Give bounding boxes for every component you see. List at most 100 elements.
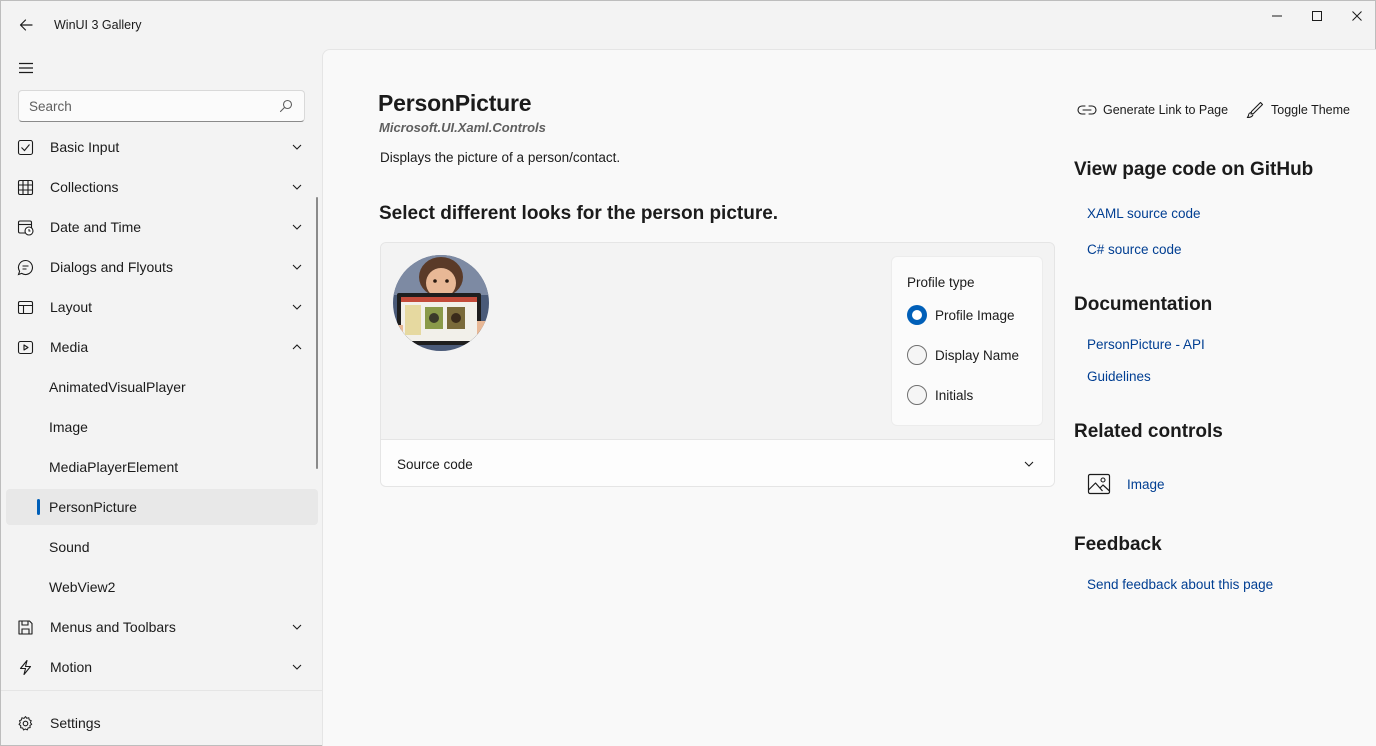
search-icon[interactable] bbox=[279, 99, 293, 113]
nav-scrollbar[interactable] bbox=[316, 197, 318, 469]
chevron-down-icon bbox=[292, 144, 302, 150]
sidebar-item-label: Basic Input bbox=[50, 139, 120, 155]
namespace-label: Microsoft.UI.Xaml.Controls bbox=[379, 120, 546, 135]
page-description: Displays the picture of a person/contact… bbox=[380, 150, 621, 165]
feedback-heading: Feedback bbox=[1074, 534, 1162, 555]
radio-label: Display Name bbox=[935, 347, 1020, 363]
toggle-theme-button[interactable]: Toggle Theme bbox=[1245, 98, 1350, 122]
back-button[interactable] bbox=[11, 11, 41, 39]
sidebar-item-label: Menus and Toolbars bbox=[50, 619, 176, 635]
chevron-down-icon bbox=[292, 184, 302, 190]
calendar-clock-icon bbox=[17, 220, 34, 236]
sidebar-item-label: MediaPlayerElement bbox=[49, 459, 179, 475]
person-picture bbox=[393, 255, 489, 351]
sidebar-item-webview2[interactable]: WebView2 bbox=[6, 569, 318, 605]
image-icon bbox=[1087, 473, 1111, 495]
chevron-down-icon bbox=[292, 664, 302, 670]
menu-toggle-button[interactable] bbox=[11, 54, 41, 82]
xaml-source-link[interactable]: XAML source code bbox=[1087, 206, 1201, 221]
hamburger-icon bbox=[19, 62, 33, 74]
sidebar-item-basic-input[interactable]: Basic Input bbox=[6, 129, 318, 165]
app-title: WinUI 3 Gallery bbox=[54, 18, 142, 32]
sidebar-item-sound[interactable]: Sound bbox=[6, 529, 318, 565]
profile-type-panel: Profile type Profile Image Display Name … bbox=[891, 256, 1043, 426]
selection-indicator bbox=[37, 499, 40, 515]
sidebar-item-label: PersonPicture bbox=[49, 499, 137, 515]
chat-bubble-icon bbox=[17, 259, 34, 276]
sidebar-item-label: Date and Time bbox=[50, 219, 142, 235]
radio-label: Profile Image bbox=[935, 307, 1015, 323]
csharp-source-link[interactable]: C# source code bbox=[1087, 242, 1182, 257]
close-button[interactable] bbox=[1337, 1, 1376, 31]
sidebar-item-menus-and-toolbars[interactable]: Menus and Toolbars bbox=[6, 609, 318, 645]
profile-photo-icon bbox=[393, 255, 489, 351]
brush-icon bbox=[1246, 101, 1264, 119]
radio-initials[interactable]: Initials bbox=[907, 384, 973, 406]
settings-label: Settings bbox=[50, 715, 101, 731]
guidelines-link[interactable]: Guidelines bbox=[1087, 369, 1151, 384]
title-bar: WinUI 3 Gallery bbox=[1, 1, 1375, 49]
profile-type-header: Profile type bbox=[907, 275, 975, 290]
sidebar-item-dialogs-and-flyouts[interactable]: Dialogs and Flyouts bbox=[6, 249, 318, 285]
sidebar-item-label: Image bbox=[49, 419, 88, 435]
maximize-button[interactable] bbox=[1297, 1, 1337, 31]
gear-icon bbox=[18, 716, 33, 731]
sidebar-item-label: Media bbox=[50, 339, 89, 355]
radio-button[interactable] bbox=[907, 385, 927, 405]
chevron-down-icon bbox=[292, 304, 302, 310]
example-card: Profile type Profile Image Display Name … bbox=[380, 242, 1055, 487]
sidebar-item-label: Dialogs and Flyouts bbox=[50, 259, 173, 275]
source-code-expander[interactable]: Source code bbox=[381, 439, 1054, 486]
chevron-down-icon bbox=[292, 264, 302, 270]
toggle-theme-label: Toggle Theme bbox=[1271, 103, 1350, 117]
sidebar-item-motion[interactable]: Motion bbox=[6, 649, 318, 685]
github-heading: View page code on GitHub bbox=[1074, 159, 1314, 180]
checkbox-icon bbox=[17, 139, 34, 156]
grid-icon bbox=[17, 179, 34, 196]
sidebar-item-settings[interactable]: Settings bbox=[6, 705, 318, 741]
sidebar-item-media[interactable]: Media bbox=[6, 329, 318, 365]
sidebar-item-animatedvisualplayer[interactable]: AnimatedVisualPlayer bbox=[6, 369, 318, 405]
app-window: WinUI 3 Gallery Search Basic Input Colle… bbox=[0, 0, 1376, 746]
divider bbox=[1, 690, 322, 691]
search-input[interactable] bbox=[29, 97, 269, 115]
search-box[interactable] bbox=[18, 90, 305, 122]
api-doc-link[interactable]: PersonPicture - API bbox=[1087, 337, 1205, 352]
chevron-down-icon bbox=[1024, 461, 1034, 467]
content-area: PersonPicture Microsoft.UI.Xaml.Controls… bbox=[322, 49, 1376, 746]
close-icon bbox=[1352, 11, 1362, 21]
minimize-button[interactable] bbox=[1257, 1, 1297, 31]
sidebar-item-label: Collections bbox=[50, 179, 119, 195]
radio-label: Initials bbox=[935, 387, 974, 403]
layout-icon bbox=[17, 300, 34, 315]
related-control-image[interactable]: Image bbox=[1073, 468, 1193, 504]
radio-profile-image[interactable]: Profile Image bbox=[907, 304, 1015, 326]
send-feedback-link[interactable]: Send feedback about this page bbox=[1087, 577, 1273, 592]
sidebar-item-mediaplayerelement[interactable]: MediaPlayerElement bbox=[6, 449, 318, 485]
documentation-heading: Documentation bbox=[1074, 294, 1213, 315]
chevron-up-icon bbox=[292, 344, 302, 350]
source-code-label: Source code bbox=[397, 457, 473, 472]
sidebar-item-label: AnimatedVisualPlayer bbox=[49, 379, 186, 395]
lightning-icon bbox=[19, 659, 32, 676]
link-icon bbox=[1077, 105, 1097, 115]
related-controls-heading: Related controls bbox=[1074, 421, 1223, 442]
chevron-down-icon bbox=[292, 624, 302, 630]
media-icon bbox=[17, 340, 34, 355]
nav-list: Basic Input Collections Date and Time Di… bbox=[6, 129, 318, 689]
sidebar-item-label: WebView2 bbox=[49, 579, 116, 595]
sidebar-item-collections[interactable]: Collections bbox=[6, 169, 318, 205]
sidebar-item-image[interactable]: Image bbox=[6, 409, 318, 445]
page-title: PersonPicture bbox=[378, 90, 532, 116]
chevron-down-icon bbox=[292, 224, 302, 230]
radio-display-name[interactable]: Display Name bbox=[907, 344, 1019, 366]
sidebar-item-personpicture[interactable]: PersonPicture bbox=[6, 489, 318, 525]
sidebar-item-date-and-time[interactable]: Date and Time bbox=[6, 209, 318, 245]
sidebar-item-layout[interactable]: Layout bbox=[6, 289, 318, 325]
related-control-label: Image bbox=[1127, 477, 1165, 492]
sidebar-item-label: Sound bbox=[49, 539, 90, 555]
generate-link-button[interactable]: Generate Link to Page bbox=[1077, 98, 1228, 122]
radio-button[interactable] bbox=[907, 345, 927, 365]
section-title: Select different looks for the person pi… bbox=[379, 203, 779, 224]
radio-button-checked[interactable] bbox=[907, 305, 927, 325]
